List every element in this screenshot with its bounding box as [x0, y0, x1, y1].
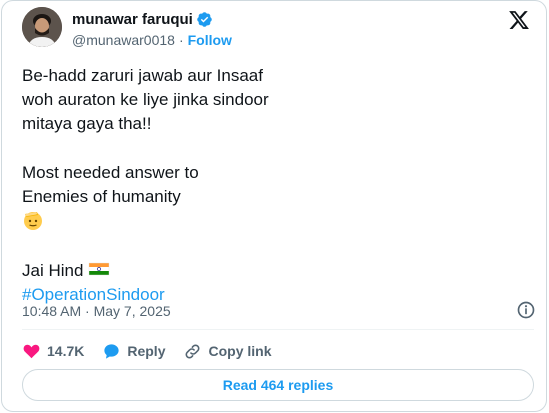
- name-row: munawar faruqui: [72, 10, 213, 28]
- tweet-line: Most needed answer to: [22, 162, 199, 182]
- reply-button[interactable]: Reply: [102, 342, 165, 361]
- tweet-line: Be-hadd zaruri jawab aur Insaaf: [22, 66, 263, 85]
- copy-link-button[interactable]: Copy link: [183, 342, 272, 361]
- tweet-text: Be-hadd zaruri jawab aur Insaaf woh aura…: [22, 64, 522, 308]
- jai-hind-line: Jai Hind: [22, 258, 522, 283]
- author-name[interactable]: munawar faruqui: [72, 11, 193, 28]
- likes-count: 14.7K: [47, 343, 85, 359]
- emoji-line: [22, 209, 522, 234]
- like-button[interactable]: 14.7K: [22, 342, 84, 361]
- tweet-line: mitaya gaya tha!!: [22, 114, 152, 134]
- follow-button[interactable]: Follow: [188, 32, 232, 48]
- separator-dot: ·: [178, 32, 184, 48]
- info-icon[interactable]: [516, 300, 536, 320]
- tweet-timestamp[interactable]: 10:48 AM · May 7, 2025: [22, 303, 171, 319]
- india-flag-emoji: [88, 258, 110, 280]
- author-handle[interactable]: @munawar0018: [72, 32, 175, 48]
- handle-row: @munawar0018 · Follow: [72, 32, 232, 48]
- tweet-line: Jai Hind: [22, 261, 84, 281]
- read-replies-button[interactable]: Read 464 replies: [22, 369, 534, 401]
- saluting-face-emoji: [22, 209, 44, 231]
- verified-badge-icon: [196, 11, 213, 28]
- tweet-line: Enemies of humanity: [22, 186, 181, 206]
- copy-link-label: Copy link: [208, 343, 272, 359]
- tweet-line: woh auraton ke liye jinka sindoor: [22, 90, 269, 110]
- x-logo-icon[interactable]: [508, 9, 530, 31]
- tweet-header: munawar faruqui @munawar0018 · Follow: [22, 7, 534, 53]
- divider: [22, 329, 534, 330]
- heart-icon: [23, 344, 40, 358]
- tweet-card: munawar faruqui @munawar0018 · Follow Be…: [1, 0, 547, 412]
- reply-label: Reply: [127, 343, 166, 359]
- avatar[interactable]: [22, 7, 62, 47]
- action-bar: 14.7K Reply Copy link: [22, 341, 290, 361]
- reply-bubble-icon: [104, 343, 119, 359]
- link-icon: [186, 344, 200, 358]
- read-replies-label: Read 464 replies: [222, 377, 334, 393]
